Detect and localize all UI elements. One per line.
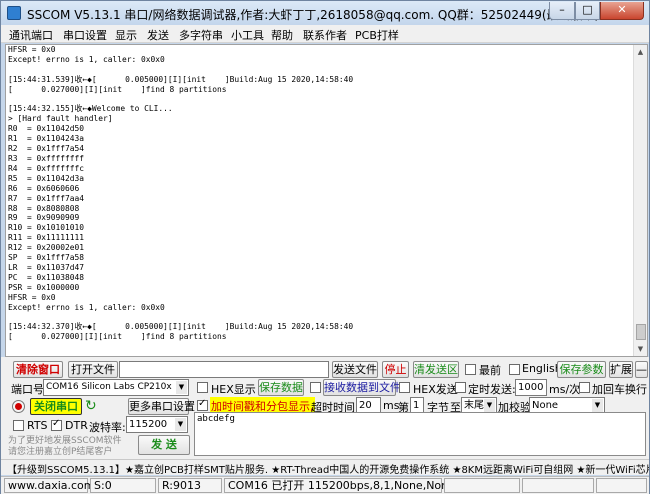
maximize-button[interactable]: □ [575,2,600,20]
scroll-down-icon[interactable]: ▼ [635,343,646,355]
promo-line-2[interactable]: 请您注册嘉立创P结尾客户 [8,444,112,457]
clear-send-button[interactable]: 清发送区 [413,361,459,378]
sent-count: S:0 [90,478,156,493]
collapse-button[interactable]: — [635,361,648,378]
menu-send[interactable]: 发送 [147,27,169,43]
dtr-label: DTR [65,419,88,432]
chevron-down-icon: ▼ [175,418,186,431]
menu-tools[interactable]: 小工具 [231,27,264,43]
timed-send-label: 定时发送: [468,383,516,396]
add-crlf-checkbox[interactable] [579,382,590,393]
timed-send-checkbox[interactable] [455,382,466,393]
tail-value: 末尾 [464,400,484,411]
scrollbar-thumb[interactable] [636,324,646,340]
port-label: 端口号 [11,383,44,396]
hex-display-label: HEX显示 [211,383,256,396]
baud-select[interactable]: 115200 ▼ [126,416,188,433]
menu-help[interactable]: 帮助 [271,27,293,43]
hex-send-label: HEX发送 [413,383,458,396]
open-file-button[interactable]: 打开文件 [68,361,118,378]
hex-display-checkbox[interactable] [197,382,208,393]
port-status-icon [13,401,24,412]
status-cell-6 [522,478,594,493]
menu-serial-settings[interactable]: 串口设置 [63,27,107,43]
refresh-icon[interactable]: ↻ [85,398,99,414]
menu-display[interactable]: 显示 [115,27,137,43]
app-icon [7,6,21,20]
send-input-area[interactable]: abcdefg [194,412,646,456]
interval-unit: ms/次 [549,383,581,396]
menu-contact-author[interactable]: 联系作者 [303,27,347,43]
news-ticker[interactable]: 【升级到SSCOM5.13.1】★嘉立创PCB打样SMT贴片服务. ★RT-Th… [1,459,649,475]
top-most-label: 最前 [479,364,501,377]
close-port-button[interactable]: 关闭串口 [30,398,82,415]
dtr-checkbox[interactable] [51,418,62,431]
expand-button[interactable]: 扩展 [609,361,633,378]
port-select[interactable]: COM16 Silicon Labs CP210x ▼ [43,379,189,396]
rts-checkbox[interactable] [13,420,24,431]
save-data-button[interactable]: 保存数据 [258,379,304,396]
control-panel: 清除窗口 打开文件 发送文件 停止 清发送区 最前 English 保存参数 扩… [1,357,649,459]
interval-input[interactable]: 1000 [515,379,547,396]
timestamp-checkbox[interactable] [197,398,208,411]
window-title: SSCOM V5.13.1 串口/网络数据调试器,作者:大虾丁丁,2618058… [27,8,600,22]
file-path-field[interactable] [119,361,329,378]
app-window: SSCOM V5.13.1 串口/网络数据调试器,作者:大虾丁丁,2618058… [0,0,650,494]
status-bar: www.daxia.com S:0 R:9013 COM16 已打开 11520… [1,476,649,494]
more-settings-button[interactable]: 更多串口设置 [128,398,195,415]
send-button[interactable]: 发 送 [138,435,190,455]
vertical-scrollbar[interactable]: ▲ ▼ [633,45,647,356]
menu-pcb[interactable]: PCB打样 [355,27,399,43]
hex-send-checkbox[interactable] [399,382,410,393]
close-button[interactable]: ✕ [600,2,644,20]
english-checkbox[interactable] [509,364,520,375]
received-count: R:9013 [158,478,222,493]
save-params-button[interactable]: 保存参数 [557,361,606,378]
recv-to-file-checkbox[interactable] [310,382,321,393]
recv-to-file-button[interactable]: 接收数据到文件 [323,379,401,396]
port-value: COM16 Silicon Labs CP210x [46,382,172,392]
chevron-down-icon: ▼ [592,399,603,412]
chevron-down-icon: ▼ [484,399,495,412]
ticker-text: 【升级到SSCOM5.13.1】★嘉立创PCB打样SMT贴片服务. ★RT-Th… [7,465,649,475]
receive-window[interactable]: HFSR = 0x0 Except! errno is 1, caller: 0… [5,44,648,357]
timeout-unit: ms [383,399,400,412]
english-label: English [522,362,562,375]
menu-bar: 通讯端口 串口设置 显示 发送 多字符串 小工具 帮助 联系作者 PCB打样 [1,25,649,43]
add-crlf-label: 加回车换行 [592,383,647,396]
stop-button[interactable]: 停止 [382,361,409,378]
menu-multi-string[interactable]: 多字符串 [179,27,223,43]
send-text: abcdefg [197,414,235,424]
menu-comm-port[interactable]: 通讯端口 [9,27,53,43]
status-cell-7 [596,478,647,493]
send-file-button[interactable]: 发送文件 [332,361,378,378]
receive-log: HFSR = 0x0 Except! errno is 1, caller: 0… [8,45,354,342]
website-link[interactable]: www.daxia.com [4,478,95,493]
title-bar[interactable]: SSCOM V5.13.1 串口/网络数据调试器,作者:大虾丁丁,2618058… [1,1,649,25]
top-most-checkbox[interactable] [465,364,476,375]
scroll-up-icon[interactable]: ▲ [635,46,646,58]
status-cell-5 [444,478,520,493]
port-status-text: COM16 已打开 115200bps,8,1,None,None [224,478,455,493]
minimize-button[interactable]: – [549,2,575,20]
clear-window-button[interactable]: 清除窗口 [13,361,63,378]
rts-label: RTS [27,419,48,432]
chevron-down-icon: ▼ [176,381,187,394]
baud-value: 115200 [129,419,168,430]
checksum-value: None [532,400,559,411]
